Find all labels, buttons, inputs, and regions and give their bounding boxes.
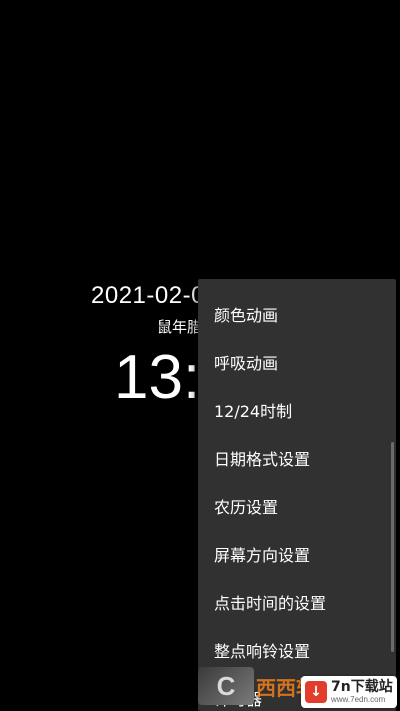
menu-item-screen-orientation[interactable]: 屏幕方向设置	[198, 530, 396, 578]
menu-item-12-24-hour[interactable]: 12/24时制	[198, 386, 396, 434]
clock-time[interactable]: 13:	[114, 342, 200, 413]
menu-scrollbar[interactable]	[391, 442, 394, 652]
watermark-brand: 7n下载站	[331, 679, 393, 695]
menu-item-date-format[interactable]: 日期格式设置	[198, 434, 396, 482]
menu-item-tap-time-settings[interactable]: 点击时间的设置	[198, 578, 396, 626]
download-icon: ↓	[305, 681, 327, 703]
screen: 2021-02-0 鼠年腊 13: 颜色动画 呼吸动画 12/24时制 日期格式…	[0, 0, 400, 711]
watermark-right: ↓ 7n下载站 www.7edn.com	[301, 676, 397, 708]
clock-lunar-date: 鼠年腊	[157, 318, 203, 336]
watermark-right-text: 7n下载站 www.7edn.com	[331, 680, 393, 704]
clock-date: 2021-02-0	[91, 282, 205, 309]
overflow-menu: 颜色动画 呼吸动画 12/24时制 日期格式设置 农历设置 屏幕方向设置 点击时…	[198, 279, 396, 711]
menu-item-color-animation[interactable]: 颜色动画	[198, 290, 396, 338]
watermark-url: www.7edn.com	[331, 695, 386, 704]
menu-item-breathing-animation[interactable]: 呼吸动画	[198, 338, 396, 386]
menu-item-lunar-settings[interactable]: 农历设置	[198, 482, 396, 530]
watermark-logo-icon: C	[198, 667, 254, 705]
